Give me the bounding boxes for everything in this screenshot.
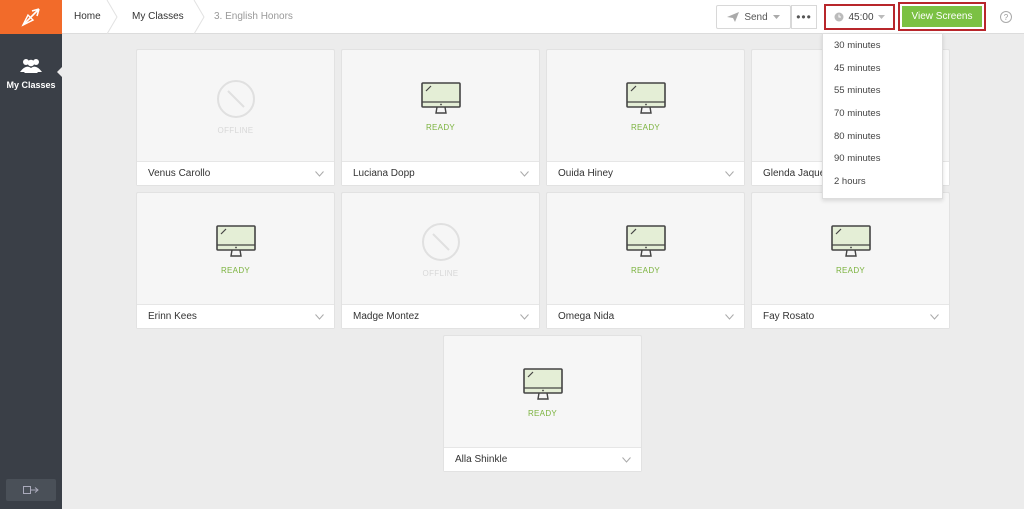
student-screen-preview[interactable]: READY <box>444 336 641 449</box>
student-status: READY <box>425 122 456 132</box>
student-screen-preview[interactable]: READY <box>547 193 744 306</box>
chevron-down-icon <box>877 14 885 19</box>
student-screen-preview[interactable]: READY <box>547 50 744 163</box>
student-card[interactable]: READY Omega Nida <box>546 192 745 329</box>
users-icon <box>20 59 42 73</box>
paper-plane-icon <box>727 12 740 22</box>
clock-icon <box>834 12 844 22</box>
student-card[interactable]: READY Erinn Kees <box>136 192 335 329</box>
student-name: Luciana Dopp <box>353 168 415 179</box>
student-card-footer[interactable]: Ouida Hiney <box>547 161 744 185</box>
monitor-icon <box>215 224 256 257</box>
timer-option-2-hours[interactable]: 2 hours <box>823 171 942 194</box>
student-card-footer[interactable]: Venus Carollo <box>137 161 334 185</box>
student-status: OFFLINE <box>217 125 254 135</box>
chevron-down-icon[interactable] <box>314 312 324 322</box>
student-screen-preview[interactable]: READY <box>752 193 949 306</box>
student-card-footer[interactable]: Luciana Dopp <box>342 161 539 185</box>
student-card-footer[interactable]: Erinn Kees <box>137 304 334 328</box>
more-options-button[interactable]: ••• <box>791 5 817 29</box>
timer-button[interactable]: 45:00 <box>824 4 895 30</box>
logout-button[interactable] <box>6 479 56 501</box>
chevron-down-icon[interactable] <box>519 169 529 179</box>
sidebar: My Classes <box>0 0 62 509</box>
student-status: READY <box>630 122 661 132</box>
student-card-footer[interactable]: Madge Montez <box>342 304 539 328</box>
sidebar-item-label: My Classes <box>6 80 56 90</box>
timer-option-70-minutes[interactable]: 70 minutes <box>823 103 942 126</box>
student-name: Ouida Hiney <box>558 168 614 179</box>
student-name: Alla Shinkle <box>455 454 508 465</box>
chevron-down-icon[interactable] <box>621 455 631 465</box>
monitor-icon <box>522 367 563 400</box>
offline-icon <box>216 79 255 118</box>
student-card[interactable]: READY Fay Rosato <box>751 192 950 329</box>
student-card[interactable]: READY Luciana Dopp <box>341 49 540 186</box>
exit-icon <box>23 486 39 494</box>
app-logo[interactable] <box>0 0 62 34</box>
breadcrumb-my-classes[interactable]: My Classes <box>132 0 184 34</box>
timer-dropdown-menu: 30 minutes 45 minutes 55 minutes 70 minu… <box>822 33 943 199</box>
student-screen-preview[interactable]: READY <box>137 193 334 306</box>
student-name: Omega Nida <box>558 311 615 322</box>
student-name: Venus Carollo <box>148 168 211 179</box>
student-status: READY <box>527 408 558 418</box>
timer-value: 45:00 <box>848 11 874 23</box>
timer-option-55-minutes[interactable]: 55 minutes <box>823 80 942 103</box>
student-screen-preview[interactable]: READY <box>342 50 539 163</box>
monitor-icon <box>420 81 461 114</box>
student-name: Erinn Kees <box>148 311 197 322</box>
help-icon[interactable]: ? <box>1000 11 1012 23</box>
send-button[interactable]: Send <box>716 5 791 29</box>
breadcrumb-current-class: 3. English Honors <box>214 11 293 22</box>
breadcrumb-home[interactable]: Home <box>74 0 101 34</box>
sidebar-item-my-classes[interactable]: My Classes <box>0 58 62 90</box>
student-name: Madge Montez <box>353 311 420 322</box>
breadcrumb-separator-icon <box>193 0 205 34</box>
chevron-down-icon[interactable] <box>929 312 939 322</box>
chevron-down-icon[interactable] <box>314 169 324 179</box>
view-screens-highlight: View Screens <box>898 2 986 31</box>
student-card[interactable]: OFFLINE Venus Carollo <box>136 49 335 186</box>
student-status: OFFLINE <box>422 268 459 278</box>
send-label: Send <box>744 11 768 23</box>
timer-option-90-minutes[interactable]: 90 minutes <box>823 148 942 171</box>
student-card-footer[interactable]: Fay Rosato <box>752 304 949 328</box>
monitor-icon <box>625 224 666 257</box>
student-status: READY <box>630 265 661 275</box>
student-status: READY <box>220 265 251 275</box>
monitor-icon <box>625 81 666 114</box>
timer-option-45-minutes[interactable]: 45 minutes <box>823 58 942 81</box>
chevron-down-icon[interactable] <box>724 169 734 179</box>
student-card[interactable]: READY Alla Shinkle <box>443 335 642 472</box>
compass-logo-icon <box>21 8 40 27</box>
top-bar: Home My Classes 3. English Honors Send •… <box>62 0 1024 34</box>
chevron-down-icon[interactable] <box>724 312 734 322</box>
student-name: Fay Rosato <box>763 311 815 322</box>
student-screen-preview[interactable]: OFFLINE <box>137 50 334 163</box>
student-screen-preview[interactable]: OFFLINE <box>342 193 539 306</box>
breadcrumb-separator-icon <box>106 0 118 34</box>
student-card[interactable]: OFFLINE Madge Montez <box>341 192 540 329</box>
student-card[interactable]: READY Ouida Hiney <box>546 49 745 186</box>
student-name: Glenda Jaque <box>763 168 826 179</box>
chevron-down-icon[interactable] <box>519 312 529 322</box>
monitor-icon <box>830 224 871 257</box>
chevron-down-icon <box>772 14 780 19</box>
timer-option-30-minutes[interactable]: 30 minutes <box>823 35 942 58</box>
student-status: READY <box>835 265 866 275</box>
view-screens-button[interactable]: View Screens <box>902 6 982 27</box>
student-card-footer[interactable]: Omega Nida <box>547 304 744 328</box>
student-card-footer[interactable]: Alla Shinkle <box>444 447 641 471</box>
offline-icon <box>421 222 460 261</box>
active-indicator <box>57 67 62 77</box>
timer-option-80-minutes[interactable]: 80 minutes <box>823 126 942 149</box>
